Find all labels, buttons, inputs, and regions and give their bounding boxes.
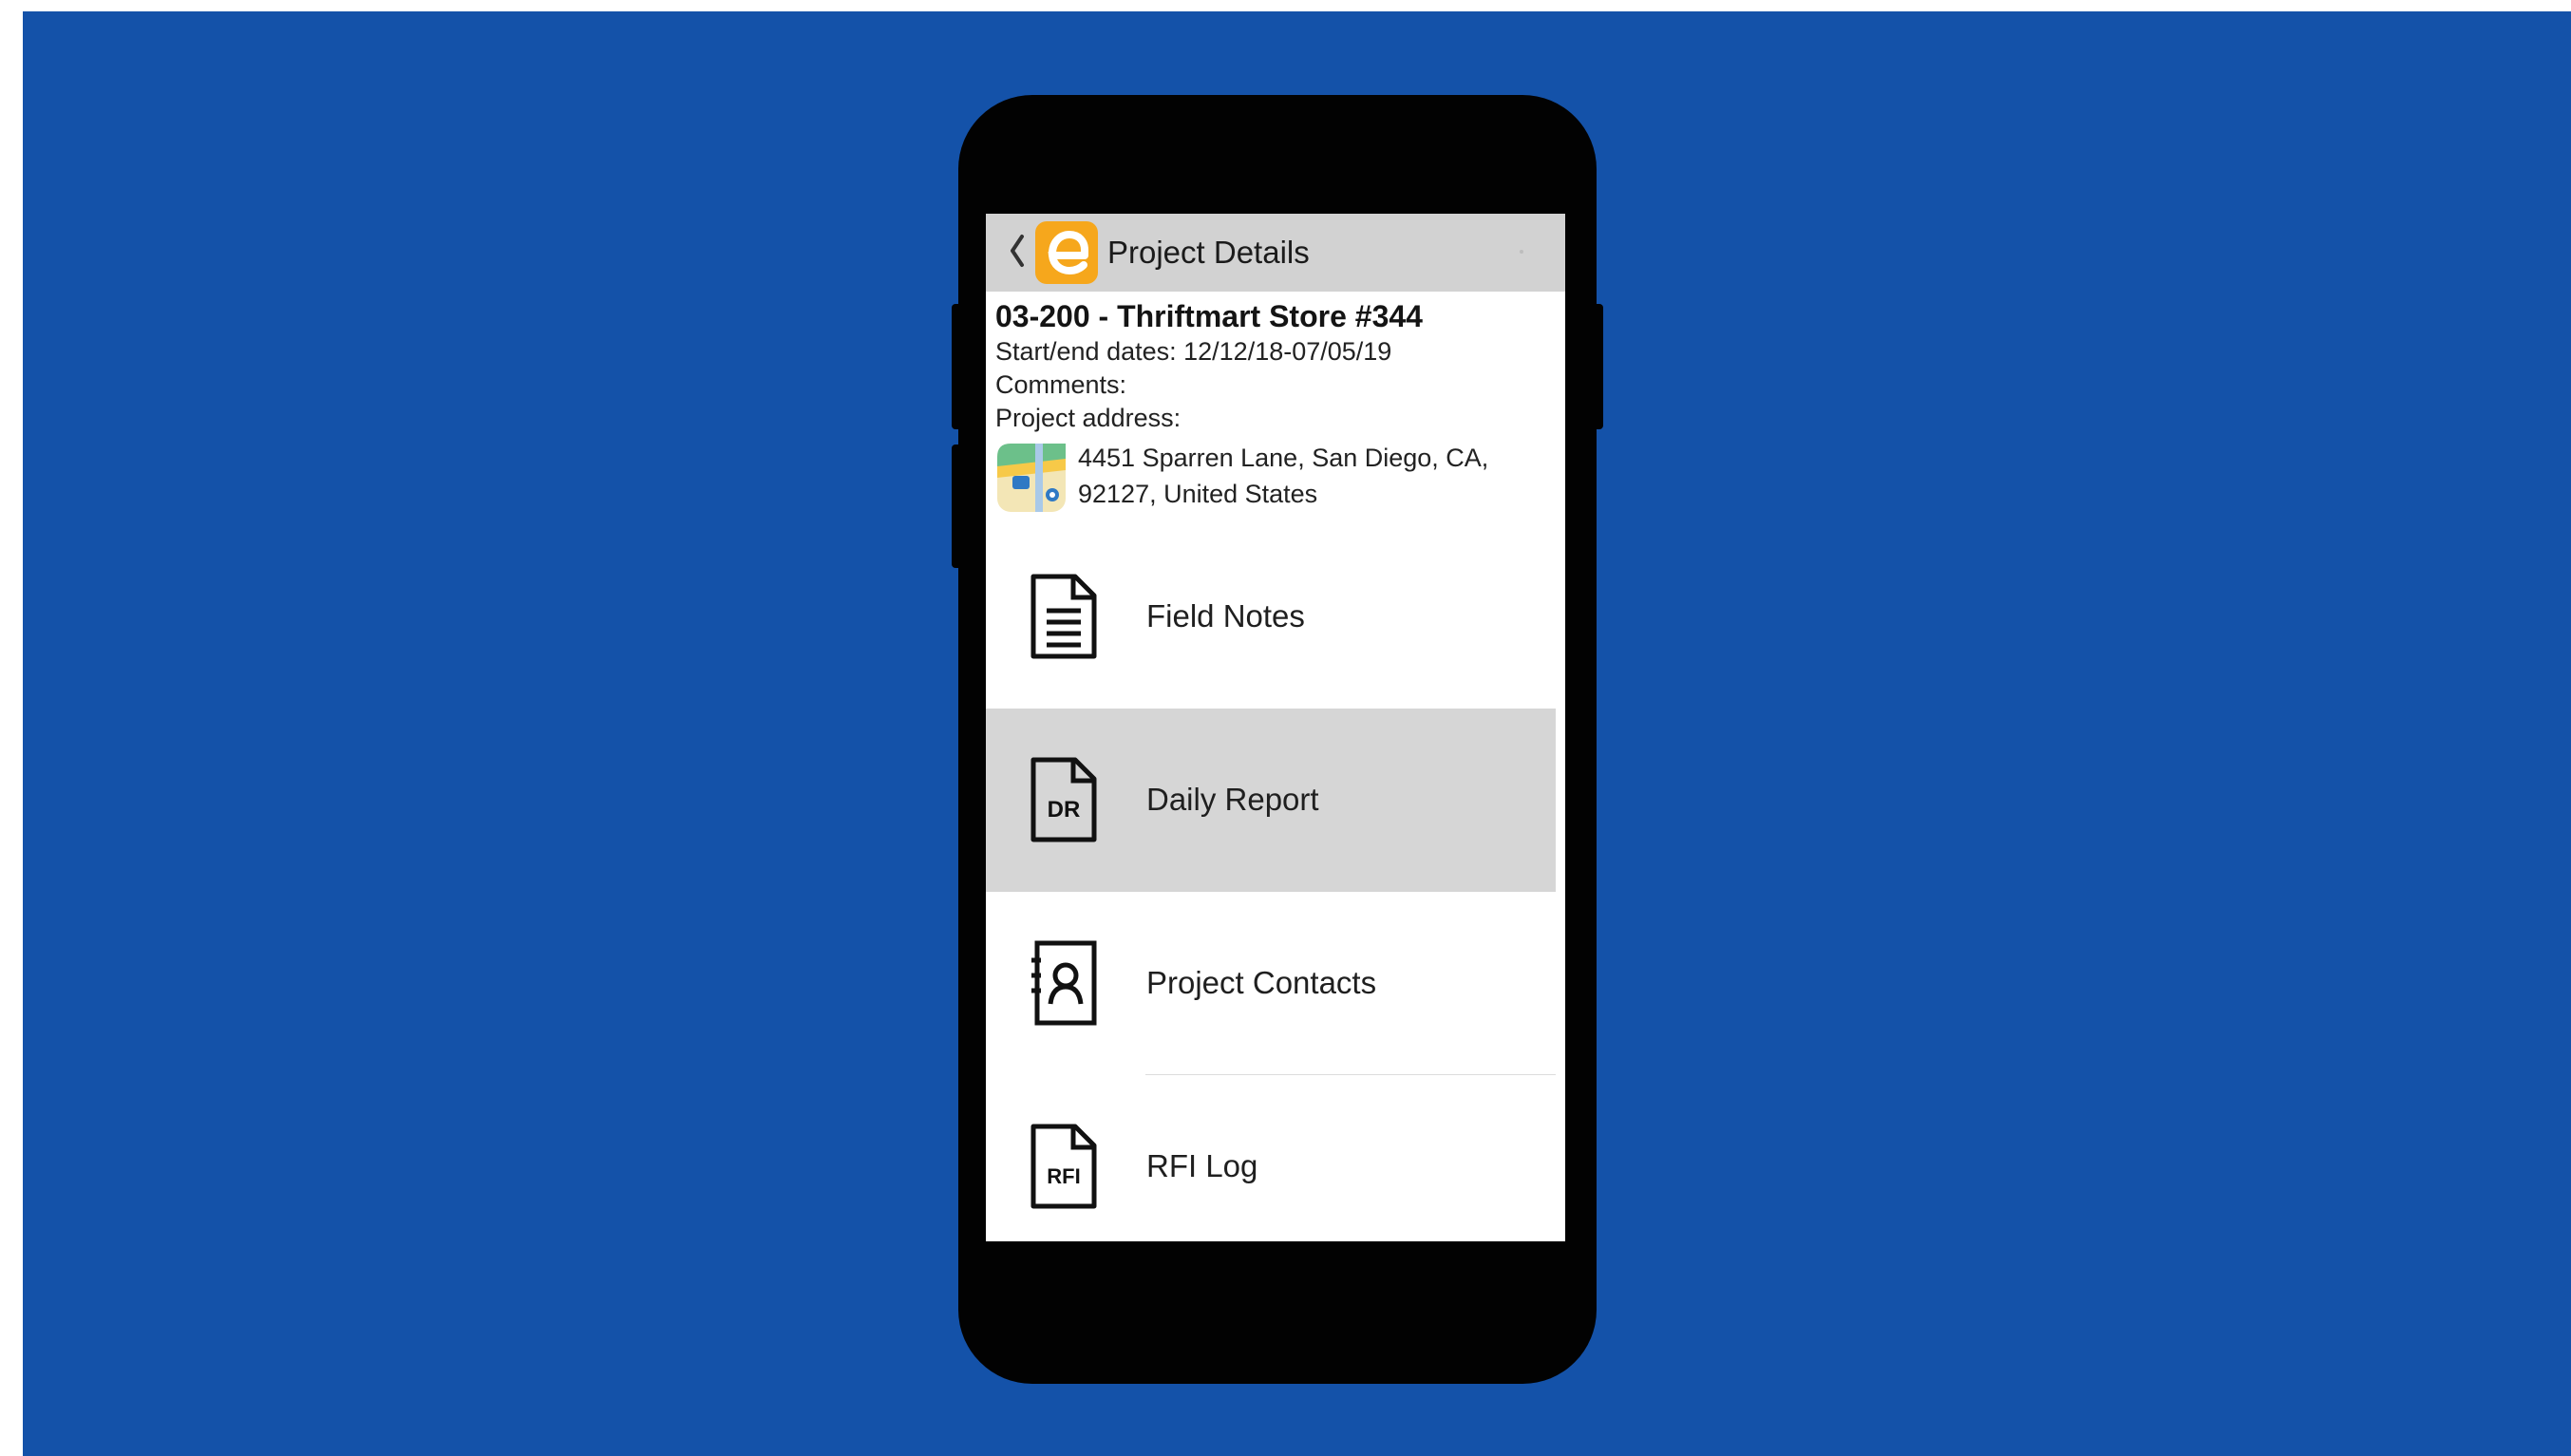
more-vertical-icon[interactable] <box>1520 250 1523 254</box>
project-title: 03-200 - Thriftmart Store #344 <box>995 299 1423 333</box>
menu-item-project-contacts[interactable]: Project Contacts <box>986 892 1556 1075</box>
field-notes-document-icon <box>1030 573 1098 660</box>
project-address-label: Project address: <box>995 404 1182 432</box>
project-dates: Start/end dates: 12/12/18-07/05/19 <box>995 337 1392 366</box>
address-line-2: 92127, United States <box>1078 480 1318 508</box>
menu-item-label: Field Notes <box>1146 598 1305 633</box>
contacts-book-icon <box>1030 939 1098 1027</box>
project-comments-label: Comments: <box>995 370 1127 399</box>
chevron-left-icon[interactable] <box>1003 227 1031 274</box>
daily-report-document-icon: DR <box>1030 756 1098 843</box>
menu-item-label: Daily Report <box>1146 782 1319 817</box>
rfi-document-icon: RFI <box>1030 1123 1098 1210</box>
e-logo-icon <box>1035 221 1098 284</box>
app-bar: Project Details <box>986 214 1565 292</box>
menu-item-label: Project Contacts <box>1146 965 1377 1000</box>
menu-item-field-notes[interactable]: Field Notes <box>986 525 1556 709</box>
phone-screen: Project Details 03-200 - Thriftmart Stor… <box>986 214 1565 1241</box>
page-title: Project Details <box>1107 235 1310 270</box>
menu-item-daily-report[interactable]: DR Daily Report <box>986 709 1556 892</box>
menu-item-label: RFI Log <box>1146 1148 1258 1183</box>
address-line-1: 4451 Sparren Lane, San Diego, CA, <box>1078 444 1489 472</box>
svg-text:DR: DR <box>1048 797 1081 823</box>
project-address[interactable]: 4451 Sparren Lane, San Diego, CA, 92127,… <box>1078 440 1553 512</box>
svg-text:RFI: RFI <box>1047 1164 1080 1188</box>
maps-app-icon[interactable] <box>995 442 1068 514</box>
menu-item-rfi-log[interactable]: RFI RFI Log <box>986 1075 1556 1241</box>
